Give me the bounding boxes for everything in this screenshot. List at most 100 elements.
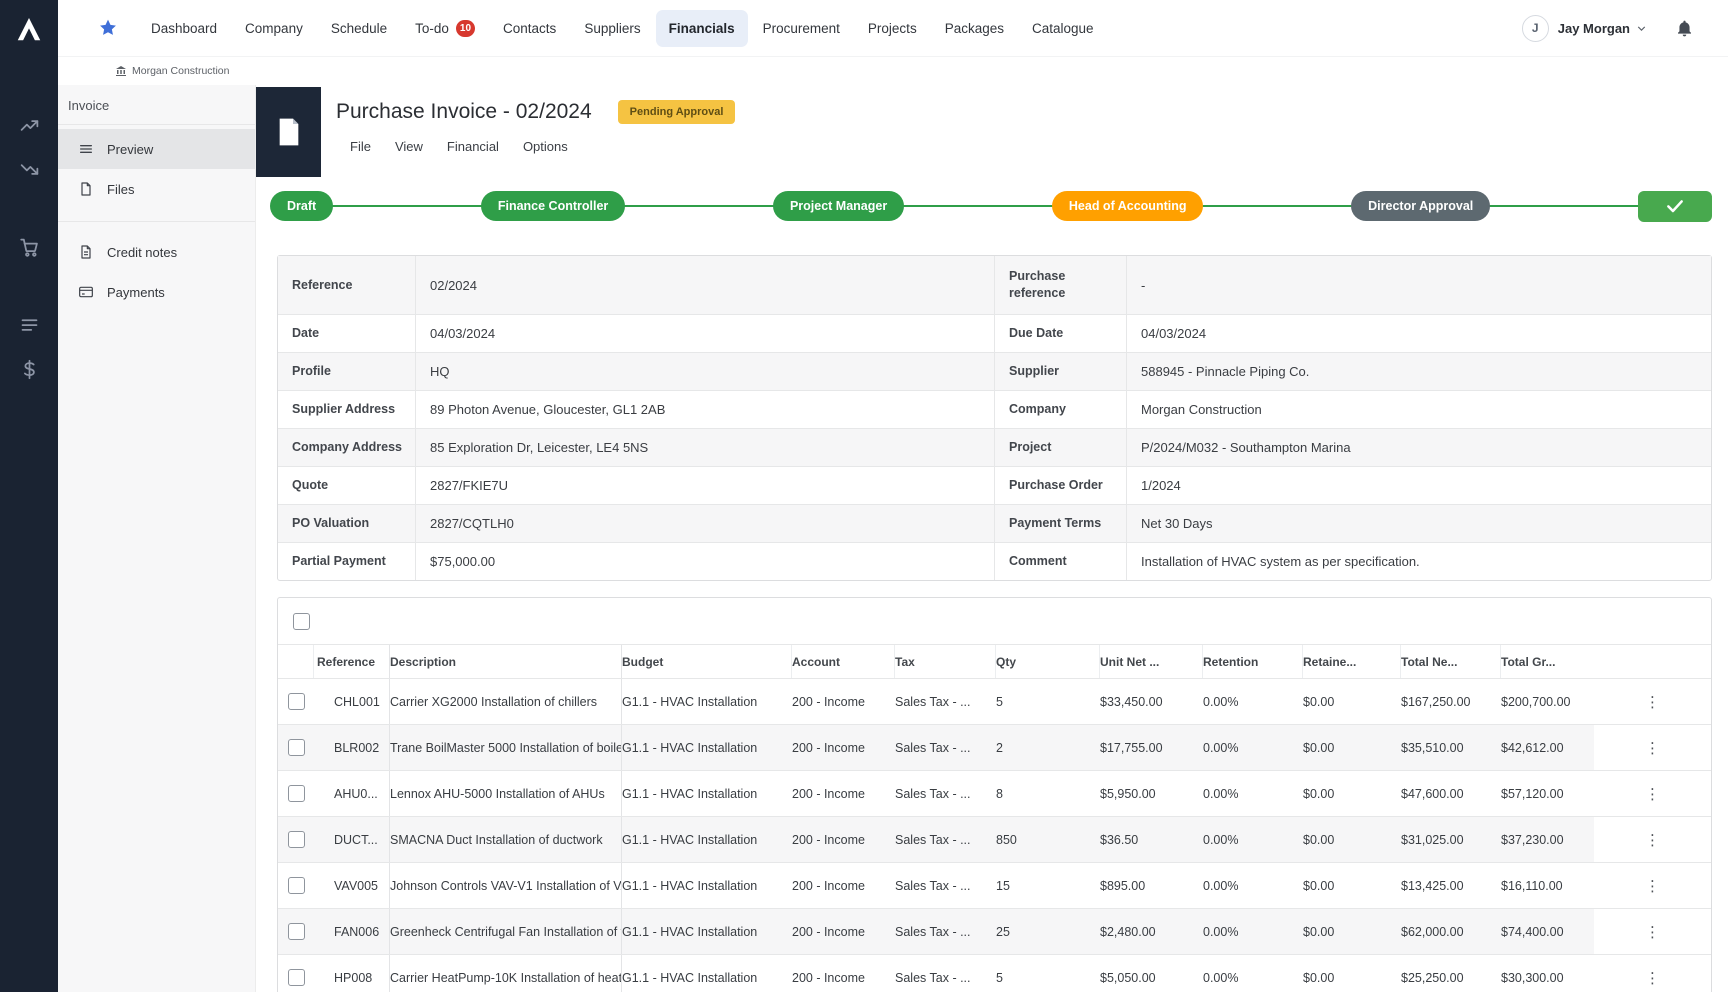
top-nav: DashboardCompanyScheduleTo-do10ContactsS… <box>58 0 1728 57</box>
detail-label: Company <box>994 391 1126 428</box>
cell-qty: 2 <box>996 725 1100 770</box>
notifications-bell-icon[interactable] <box>1675 19 1694 38</box>
column-header-total-ne[interactable]: Total Ne... <box>1401 645 1501 678</box>
nav-item-procurement[interactable]: Procurement <box>750 10 853 47</box>
row-menu-button[interactable]: ⋮ <box>1639 964 1667 992</box>
cell-qty: 25 <box>996 909 1100 954</box>
header-gutter <box>1594 645 1711 678</box>
cell-total_gross: $200,700.00 <box>1501 679 1594 724</box>
detail-row: Partial Payment$75,000.00CommentInstalla… <box>278 542 1711 580</box>
detail-label: Reference <box>278 256 415 314</box>
row-menu-button[interactable]: ⋮ <box>1639 780 1667 808</box>
nav-item-label: To-do <box>415 21 449 36</box>
nav-item-schedule[interactable]: Schedule <box>318 10 400 47</box>
menu-file[interactable]: File <box>350 139 371 154</box>
select-all-checkbox[interactable] <box>293 613 310 630</box>
menu-financial[interactable]: Financial <box>447 139 499 154</box>
cell-account: 200 - Income <box>792 817 895 862</box>
cell-ref: AHU0... <box>314 771 390 816</box>
detail-value: $75,000.00 <box>415 543 994 580</box>
nav-item-packages[interactable]: Packages <box>932 10 1017 47</box>
row-checkbox[interactable] <box>288 785 305 802</box>
nav-item-company[interactable]: Company <box>232 10 316 47</box>
queue-icon[interactable] <box>0 310 58 340</box>
detail-value: 02/2024 <box>415 256 994 314</box>
detail-label: Partial Payment <box>278 543 415 580</box>
detail-label: Comment <box>994 543 1126 580</box>
nav-item-label: Catalogue <box>1032 21 1094 36</box>
row-menu-button[interactable]: ⋮ <box>1639 918 1667 946</box>
cell-unit_net: $895.00 <box>1100 863 1203 908</box>
nav-item-projects[interactable]: Projects <box>855 10 930 47</box>
cell-account: 200 - Income <box>792 955 895 992</box>
column-header-account[interactable]: Account <box>792 645 895 678</box>
row-checkbox[interactable] <box>288 693 305 710</box>
row-checkbox[interactable] <box>288 739 305 756</box>
cell-total_gross: $74,400.00 <box>1501 909 1594 954</box>
row-menu-button[interactable]: ⋮ <box>1639 826 1667 854</box>
column-header-retaine[interactable]: Retaine... <box>1303 645 1401 678</box>
cell-tax: Sales Tax - ... <box>895 679 996 724</box>
line-items-table: ReferenceDescriptionBudgetAccountTaxQtyU… <box>277 597 1712 992</box>
dollar-icon[interactable] <box>0 354 58 384</box>
app-logo[interactable] <box>0 0 58 58</box>
sidebar-item-payments[interactable]: Payments <box>58 272 255 312</box>
cell-retention: 0.00% <box>1203 679 1303 724</box>
cell-qty: 850 <box>996 817 1100 862</box>
column-header-total-gr[interactable]: Total Gr... <box>1501 645 1594 678</box>
cell-account: 200 - Income <box>792 909 895 954</box>
menu-options[interactable]: Options <box>523 139 568 154</box>
column-header-retention[interactable]: Retention <box>1203 645 1303 678</box>
row-checkbox[interactable] <box>288 831 305 848</box>
approval-stepper: DraftFinance ControllerProject ManagerHe… <box>270 190 1712 222</box>
sidebar-item-preview[interactable]: Preview <box>58 129 255 169</box>
cell-account: 200 - Income <box>792 771 895 816</box>
column-header-budget[interactable]: Budget <box>622 645 792 678</box>
cell-unit_net: $2,480.00 <box>1100 909 1203 954</box>
cell-unit_net: $36.50 <box>1100 817 1203 862</box>
cart-icon[interactable] <box>0 232 58 262</box>
nav-item-suppliers[interactable]: Suppliers <box>571 10 653 47</box>
user-name: Jay Morgan <box>1558 21 1630 36</box>
cell-total_net: $13,425.00 <box>1401 863 1501 908</box>
column-header-qty[interactable]: Qty <box>996 645 1100 678</box>
row-checkbox[interactable] <box>288 877 305 894</box>
breadcrumb[interactable]: Morgan Construction <box>115 65 229 77</box>
cell-unit_net: $5,950.00 <box>1100 771 1203 816</box>
favorites-star-icon[interactable] <box>98 18 118 38</box>
column-header-unit-net[interactable]: Unit Net ... <box>1100 645 1203 678</box>
detail-label: Supplier Address <box>278 391 415 428</box>
file-icon <box>78 181 94 197</box>
nav-item-catalogue[interactable]: Catalogue <box>1019 10 1107 47</box>
nav-item-financials[interactable]: Financials <box>656 10 748 47</box>
row-checkbox[interactable] <box>288 923 305 940</box>
menu-view[interactable]: View <box>395 139 423 154</box>
row-menu-button[interactable]: ⋮ <box>1639 872 1667 900</box>
row-menu-button[interactable]: ⋮ <box>1639 688 1667 716</box>
column-header-description[interactable]: Description <box>390 645 622 678</box>
nav-item-to-do[interactable]: To-do10 <box>402 10 488 47</box>
cell-retention: 0.00% <box>1203 909 1303 954</box>
approve-button[interactable] <box>1638 191 1712 222</box>
row-checkbox[interactable] <box>288 969 305 986</box>
cell-tax: Sales Tax - ... <box>895 909 996 954</box>
select-all-row <box>278 598 1711 644</box>
table-row: BLR002Trane BoilMaster 5000 Installation… <box>278 724 1711 770</box>
cell-desc: Greenheck Centrifugal Fan Installation o… <box>390 909 622 954</box>
cell-account: 200 - Income <box>792 725 895 770</box>
sidebar-item-files[interactable]: Files <box>58 169 255 209</box>
cell-retention: 0.00% <box>1203 725 1303 770</box>
nav-item-contacts[interactable]: Contacts <box>490 10 569 47</box>
row-menu-button[interactable]: ⋮ <box>1639 734 1667 762</box>
trending-up-icon[interactable] <box>0 110 58 140</box>
cell-ref: VAV005 <box>314 863 390 908</box>
trending-down-icon[interactable] <box>0 154 58 184</box>
items-header-row: ReferenceDescriptionBudgetAccountTaxQtyU… <box>278 644 1711 678</box>
sidebar-item-credit-notes[interactable]: Credit notes <box>58 232 255 272</box>
column-header-reference[interactable]: Reference <box>314 645 390 678</box>
column-header-tax[interactable]: Tax <box>895 645 996 678</box>
user-menu[interactable]: J Jay Morgan <box>1522 15 1648 42</box>
cell-retention: 0.00% <box>1203 771 1303 816</box>
items-body: CHL001Carrier XG2000 Installation of chi… <box>278 678 1711 992</box>
nav-item-dashboard[interactable]: Dashboard <box>138 10 230 47</box>
